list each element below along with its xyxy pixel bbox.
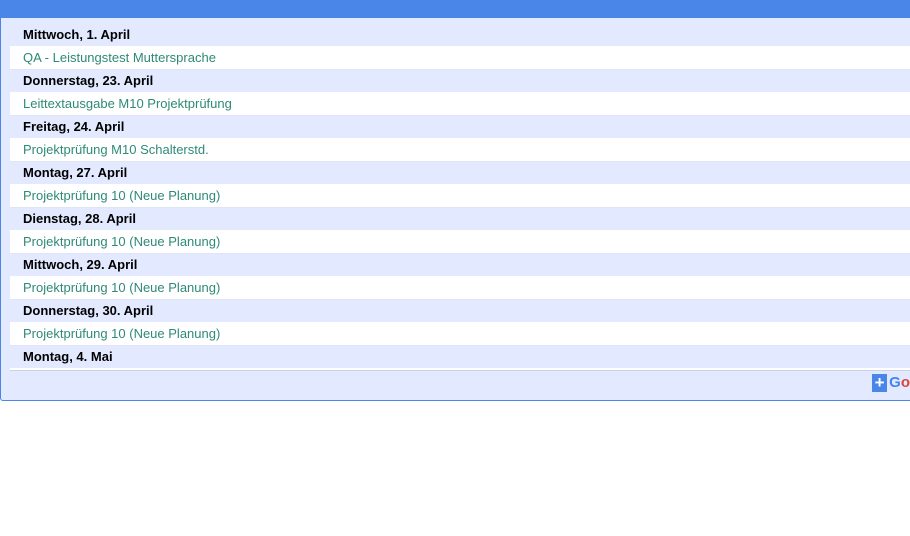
plus-icon: + [872, 374, 888, 392]
calendar-agenda-widget: Mittwoch, 1. April QA - Leistungstest Mu… [0, 0, 910, 401]
agenda-body: Mittwoch, 1. April QA - Leistungstest Mu… [1, 18, 910, 400]
event-item[interactable]: Projektprüfung 10 (Neue Planung) [10, 323, 910, 346]
event-item[interactable]: Projektprüfung 10 (Neue Planung) [10, 185, 910, 208]
add-to-google-calendar-button[interactable]: + Go [872, 374, 910, 392]
day-header: Montag, 27. April [10, 162, 910, 185]
google-letter-o: o [900, 374, 910, 391]
agenda-top-bar [0, 0, 910, 18]
day-header: Mittwoch, 1. April [10, 24, 910, 47]
day-header: Donnerstag, 23. April [10, 70, 910, 93]
event-item[interactable]: QA - Leistungstest Muttersprache [10, 47, 910, 70]
day-header: Montag, 4. Mai [10, 346, 910, 369]
event-item[interactable]: Projektprüfung 10 (Neue Planung) [10, 277, 910, 300]
agenda-list: Mittwoch, 1. April QA - Leistungstest Mu… [10, 24, 910, 371]
google-logo-text: Go [889, 374, 910, 392]
day-header: Donnerstag, 30. April [10, 300, 910, 323]
event-item[interactable]: Projektprüfung 10 (Neue Planung) [10, 231, 910, 254]
agenda-footer: + Go [1, 371, 910, 400]
event-item[interactable]: Leittextausgabe M10 Projektprüfung [10, 93, 910, 116]
event-item[interactable]: Projektprüfung M10 Schalterstd. [10, 139, 910, 162]
google-letter-g: G [889, 374, 901, 391]
day-header: Dienstag, 28. April [10, 208, 910, 231]
day-header: Freitag, 24. April [10, 116, 910, 139]
day-header: Mittwoch, 29. April [10, 254, 910, 277]
